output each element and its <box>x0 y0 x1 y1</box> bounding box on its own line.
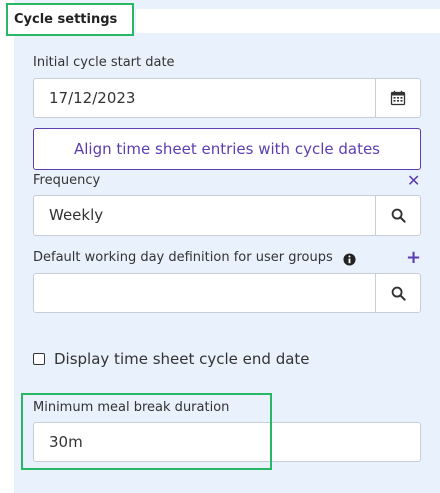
frequency-field[interactable]: Weekly <box>33 195 421 236</box>
info-icon[interactable] <box>343 251 356 270</box>
frequency-value[interactable]: Weekly <box>49 196 103 234</box>
calendar-icon[interactable] <box>375 79 420 117</box>
align-time-sheet-entries-button[interactable]: Align time sheet entries with cycle date… <box>33 128 421 170</box>
display-cycle-end-date-checkbox[interactable] <box>33 353 45 365</box>
search-icon[interactable] <box>375 274 420 312</box>
section-title: Cycle settings <box>6 3 134 36</box>
initial-cycle-start-date-label: Initial cycle start date <box>33 55 175 70</box>
cycle-settings-panel <box>14 0 440 493</box>
display-cycle-end-date-option[interactable]: Display time sheet cycle end date <box>33 350 310 368</box>
frequency-label: Frequency <box>33 173 101 188</box>
working-day-definition-field[interactable] <box>33 273 421 313</box>
search-icon[interactable] <box>375 196 420 235</box>
display-cycle-end-date-label: Display time sheet cycle end date <box>54 350 310 368</box>
minimum-meal-break-label: Minimum meal break duration <box>33 400 230 415</box>
minimum-meal-break-field[interactable]: 30m <box>33 422 421 462</box>
initial-cycle-start-date-field[interactable]: 17/12/2023 <box>33 78 421 118</box>
working-day-definition-label: Default working day definition for user … <box>33 250 333 265</box>
close-icon[interactable]: ✕ <box>407 173 420 189</box>
header-strip <box>136 9 440 33</box>
plus-icon[interactable]: + <box>406 249 421 267</box>
minimum-meal-break-value[interactable]: 30m <box>49 423 83 461</box>
initial-cycle-start-date-value[interactable]: 17/12/2023 <box>49 79 135 117</box>
